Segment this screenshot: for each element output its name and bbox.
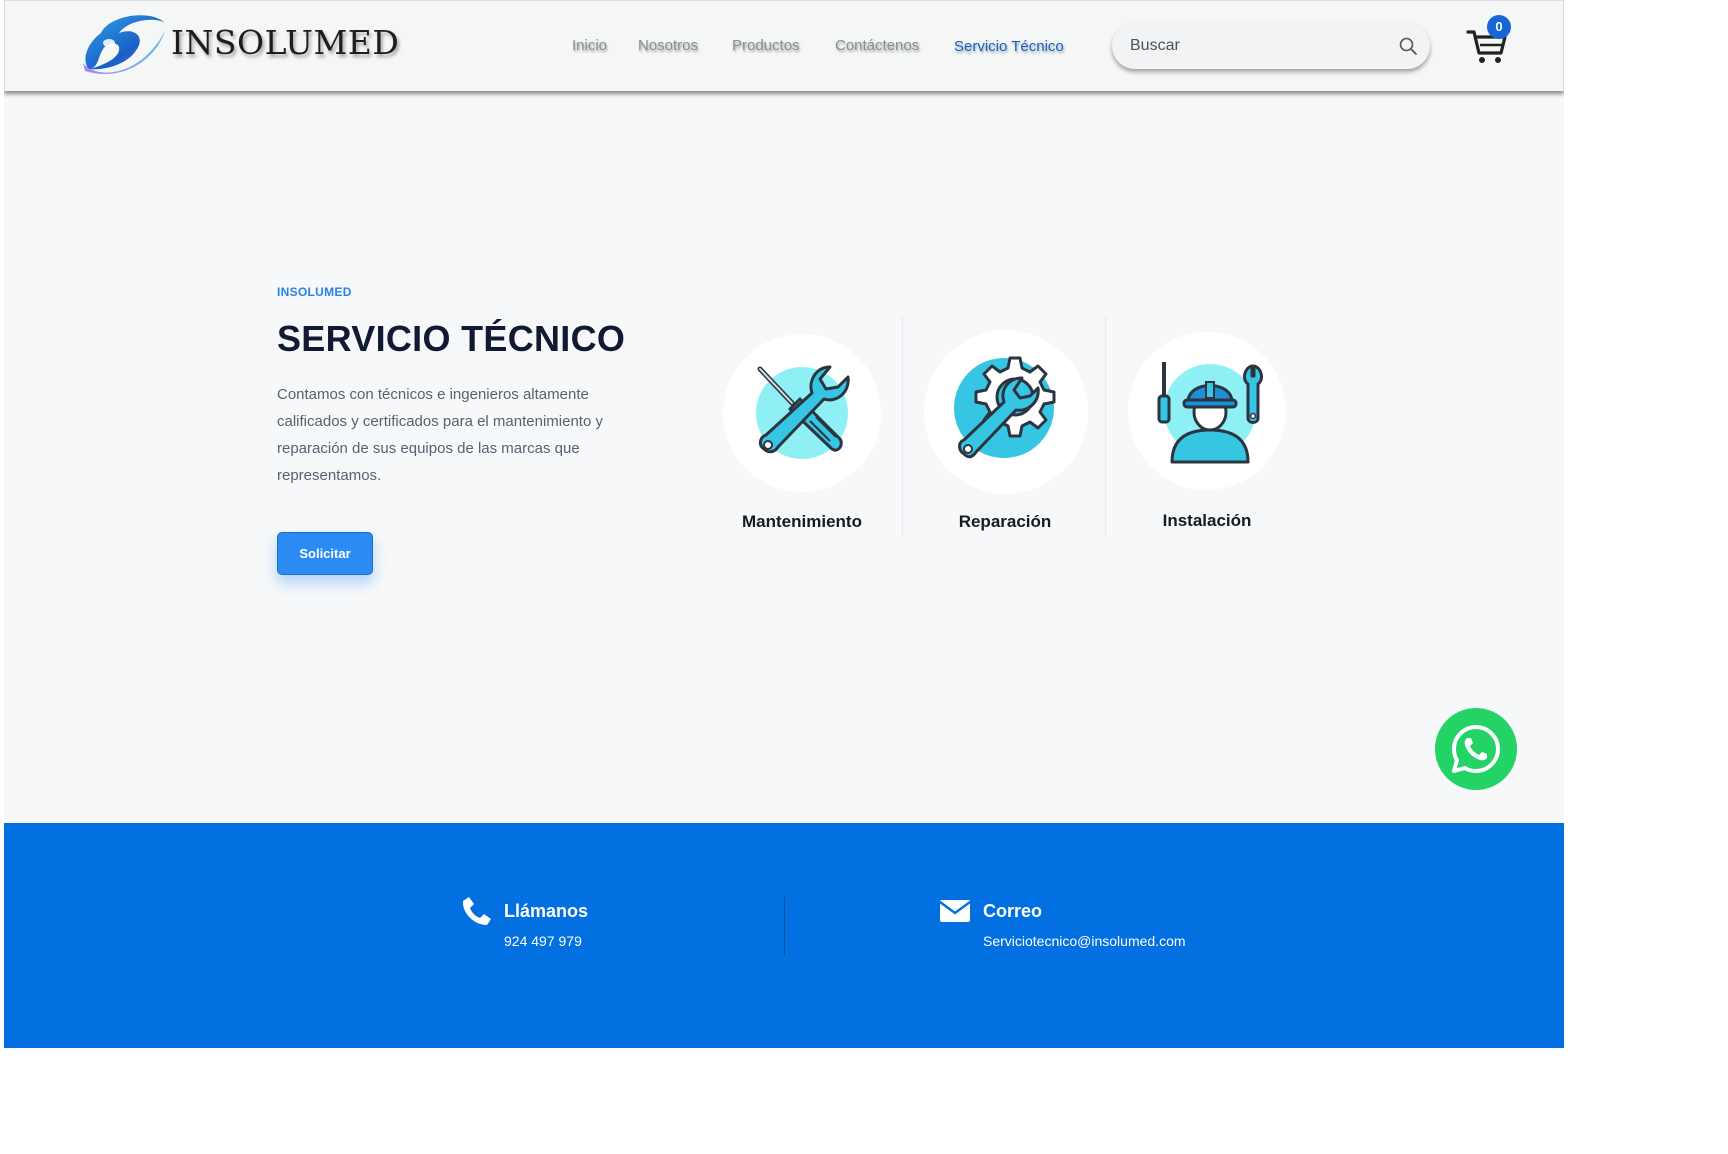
contact-phone-value: 924 497 979 — [504, 933, 582, 949]
service-label: Instalación — [1162, 511, 1252, 530]
envelope-icon — [939, 900, 971, 922]
page: INSOLUMED Inicio Nosotros Productos Cont… — [4, 0, 1564, 1048]
technician-icon — [1157, 362, 1263, 464]
nav-item-servicio-tecnico[interactable]: Servicio Técnico — [954, 38, 1064, 55]
cart-count-badge: 0 — [1487, 15, 1511, 39]
contact-email-title: Correo — [983, 901, 1043, 921]
nav-item-inicio[interactable]: Inicio — [572, 37, 607, 54]
nav-item-nosotros[interactable]: Nosotros — [638, 37, 698, 54]
gear-wrench-icon — [954, 356, 1056, 459]
tools-icon — [756, 365, 850, 459]
logo[interactable]: INSOLUMED — [79, 13, 399, 79]
contact-email-value: Serviciotecnico@insolumed.com — [983, 933, 1186, 949]
search-bar — [1112, 23, 1430, 69]
page-title: SERVICIO TÉCNICO — [277, 318, 626, 359]
nav-item-contactenos[interactable]: Contáctenos — [835, 37, 919, 54]
hero-description: Contamos con técnicos e ingenieros altam… — [277, 386, 603, 484]
service-divider — [902, 316, 903, 538]
whatsapp-button[interactable] — [1435, 708, 1517, 790]
service-card-instalacion[interactable]: Instalación — [1106, 316, 1308, 540]
contact-phone-title: Llámanos — [504, 901, 589, 921]
logo-mark-icon — [83, 15, 165, 75]
search-input[interactable] — [1130, 34, 1380, 58]
site-footer: Llámanos 924 497 979 Correo Serviciotecn… — [4, 823, 1564, 1048]
service-label: Mantenimiento — [742, 512, 862, 531]
brand-name: INSOLUMED — [171, 23, 400, 62]
hero-eyebrow: INSOLUMED — [277, 285, 352, 299]
site-header: INSOLUMED Inicio Nosotros Productos Cont… — [4, 0, 1564, 91]
whatsapp-icon — [1452, 725, 1500, 773]
service-label: Reparación — [958, 512, 1052, 531]
nav-item-productos[interactable]: Productos — [732, 37, 800, 54]
phone-icon — [462, 897, 491, 925]
service-card-reparacion[interactable]: Reparación — [904, 316, 1106, 540]
footer-divider — [784, 897, 785, 955]
solicitar-button[interactable]: Solicitar — [277, 532, 373, 575]
service-card-mantenimiento[interactable]: Mantenimiento — [701, 316, 903, 540]
search-icon[interactable] — [1398, 36, 1418, 56]
